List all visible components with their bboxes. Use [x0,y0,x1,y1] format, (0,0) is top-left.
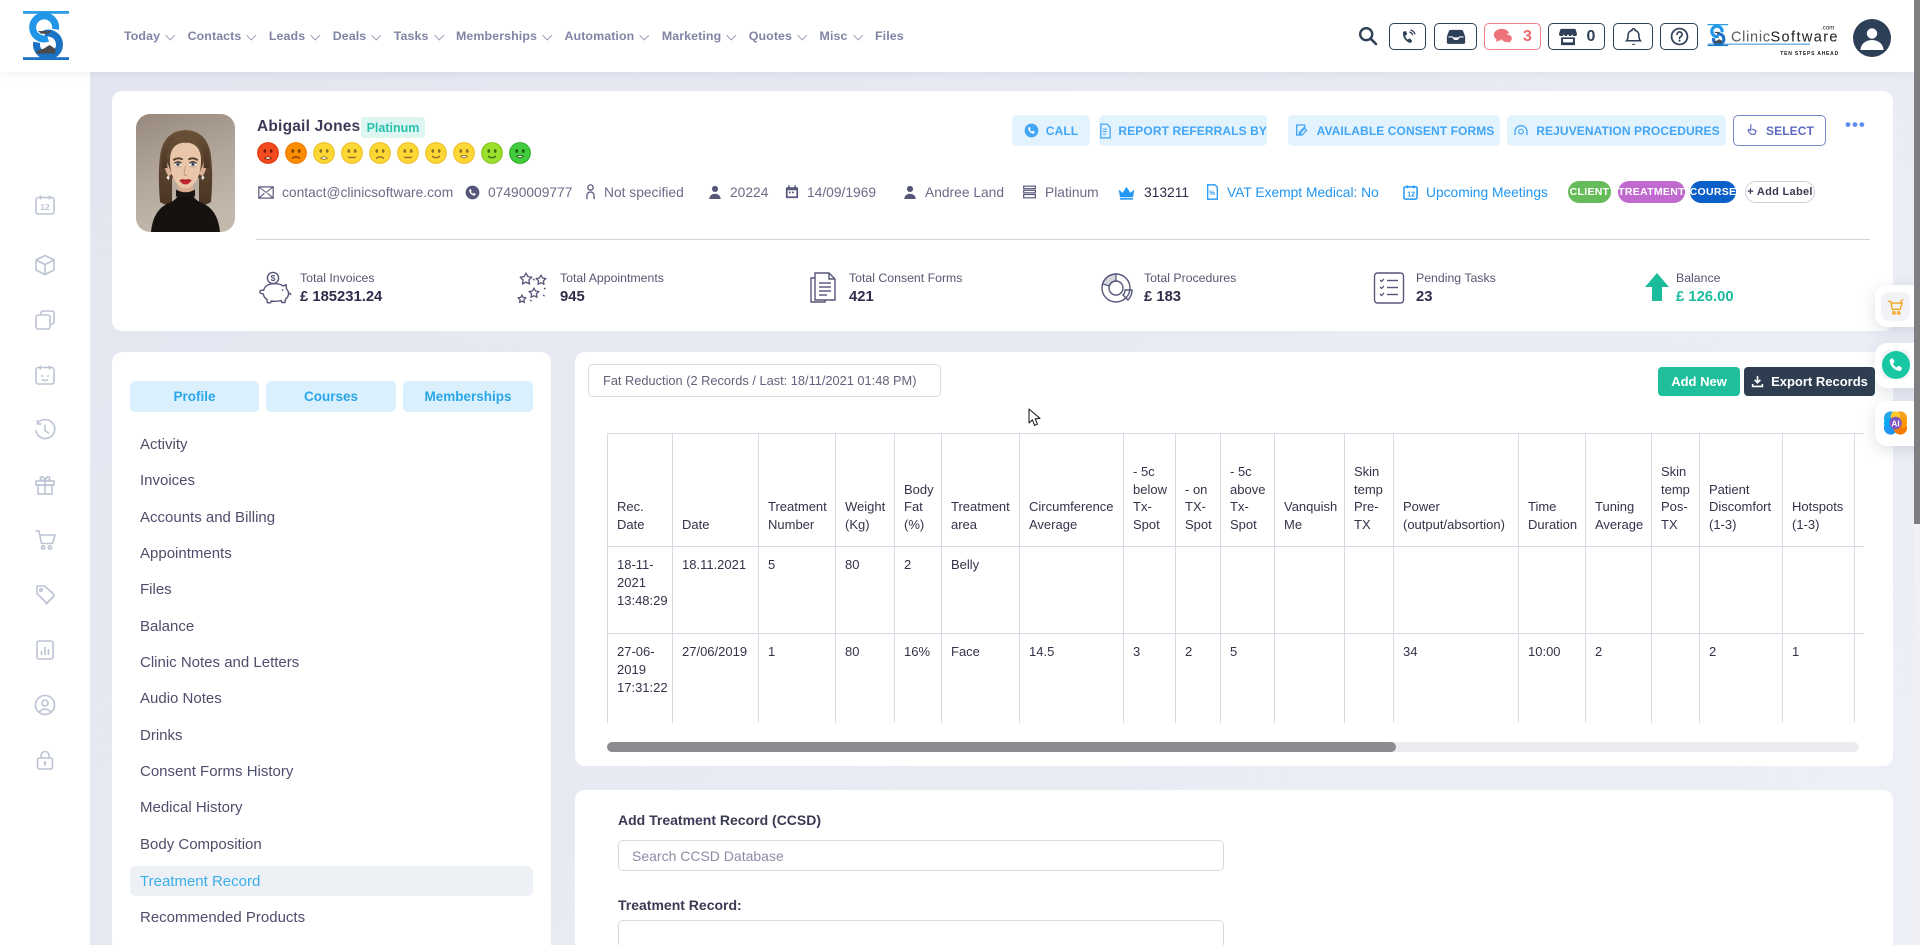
svg-text:$: $ [271,273,276,283]
svg-text:12: 12 [1407,191,1415,198]
svg-text:Software: Software [1771,30,1838,46]
svg-text:12: 12 [40,202,50,212]
svg-text:TEN STEPS AHEAD: TEN STEPS AHEAD [1780,51,1839,57]
svg-text:%: % [1209,190,1215,197]
svg-text:Clinic: Clinic [1731,30,1770,46]
svg-text:.com: .com [1821,25,1834,32]
svg-text:AI: AI [1891,419,1899,428]
